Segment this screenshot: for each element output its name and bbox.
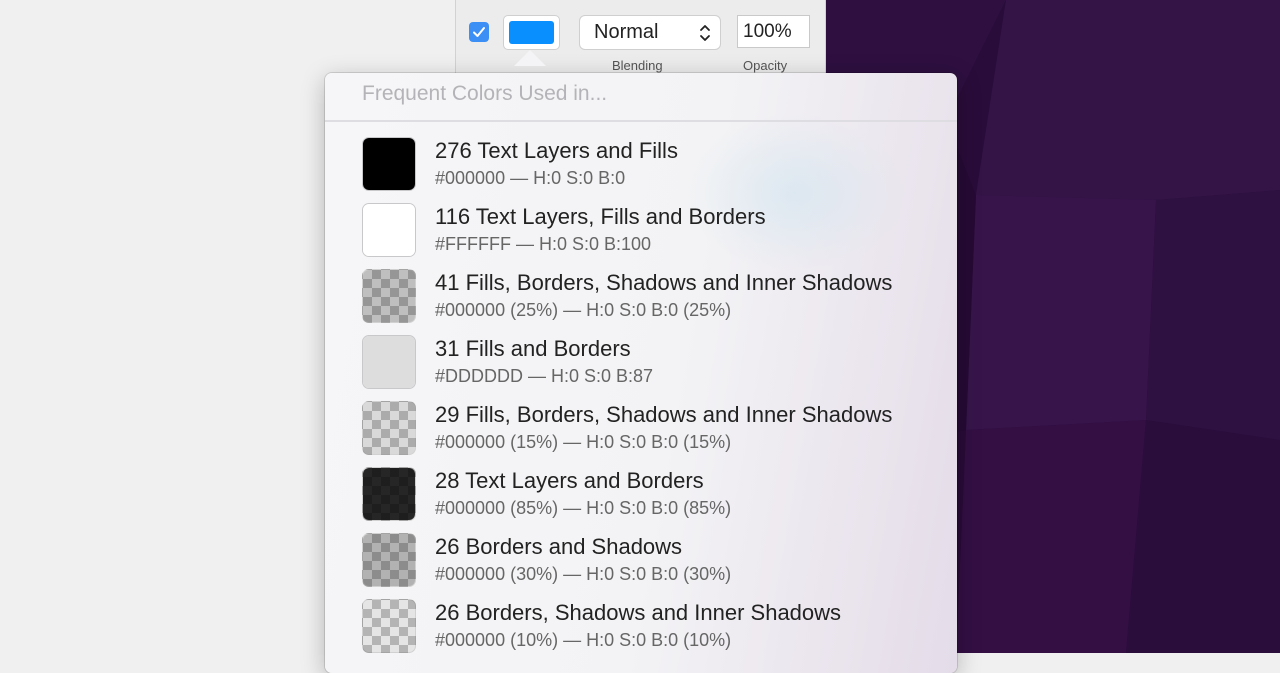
color-value-label: #000000 (85%) — H:0 S:0 B:0 (85%) xyxy=(435,498,732,518)
color-list-item[interactable]: 31 Fills and Borders #DDDDDD — H:0 S:0 B:… xyxy=(325,333,957,399)
color-value-label: #000000 (30%) — H:0 S:0 B:0 (30%) xyxy=(435,564,732,584)
blend-mode-value: Normal xyxy=(594,21,659,43)
opacity-label: Opacity xyxy=(743,58,788,73)
opacity-field[interactable]: 100% xyxy=(737,15,810,48)
color-list-item[interactable]: 26 Borders and Shadows #000000 (30%) — H:… xyxy=(325,531,957,597)
frequent-colors-list: 276 Text Layers and Fills #000000 — H:0 S… xyxy=(325,135,957,663)
color-swatch xyxy=(362,533,416,587)
color-usage-title: 41 Fills, Borders, Shadows and Inner Sha… xyxy=(435,270,893,295)
up-down-chevron-icon xyxy=(700,25,710,41)
blend-mode-select[interactable]: Normal xyxy=(579,15,721,50)
frequent-colors-popover: Frequent Colors Used in... 276 Text Laye… xyxy=(325,73,957,673)
color-value-label: #DDDDDD — H:0 S:0 B:87 xyxy=(435,366,654,386)
checkmark-icon xyxy=(473,27,485,37)
color-list-item[interactable]: 29 Fills, Borders, Shadows and Inner Sha… xyxy=(325,399,957,465)
blending-label: Blending xyxy=(612,58,663,73)
color-value-label: #000000 (10%) — H:0 S:0 B:0 (10%) xyxy=(435,630,732,650)
color-swatch xyxy=(362,203,416,257)
color-swatch xyxy=(362,401,416,455)
color-swatch xyxy=(362,335,416,389)
color-usage-title: 276 Text Layers and Fills xyxy=(435,138,678,163)
color-list-item[interactable]: 276 Text Layers and Fills #000000 — H:0 S… xyxy=(325,135,957,201)
color-list-item[interactable]: 116 Text Layers, Fills and Borders #FFFFF… xyxy=(325,201,957,267)
popover-header: Frequent Colors Used in... xyxy=(362,82,608,105)
fill-color-swatch xyxy=(509,21,554,44)
color-list-item[interactable]: 26 Borders, Shadows and Inner Shadows #00… xyxy=(325,597,957,663)
color-list-item[interactable]: 41 Fills, Borders, Shadows and Inner Sha… xyxy=(325,267,957,333)
color-usage-title: 28 Text Layers and Borders xyxy=(435,468,704,493)
popover-arrow xyxy=(514,50,546,66)
fill-inspector-row: Normal 100% Blending Opacity xyxy=(455,0,826,78)
color-usage-title: 29 Fills, Borders, Shadows and Inner Sha… xyxy=(435,402,893,427)
color-list-item[interactable]: 28 Text Layers and Borders #000000 (85%) … xyxy=(325,465,957,531)
fill-color-well[interactable] xyxy=(503,15,560,50)
color-swatch xyxy=(362,467,416,521)
color-value-label: #000000 (15%) — H:0 S:0 B:0 (15%) xyxy=(435,432,732,452)
color-swatch xyxy=(362,599,416,653)
color-usage-title: 26 Borders and Shadows xyxy=(435,534,683,559)
color-swatch xyxy=(362,269,416,323)
popover-divider xyxy=(325,120,957,122)
opacity-value: 100% xyxy=(743,21,792,42)
color-value-label: #000000 — H:0 S:0 B:0 xyxy=(435,168,626,188)
color-value-label: #000000 (25%) — H:0 S:0 B:0 (25%) xyxy=(435,300,732,320)
color-usage-title: 116 Text Layers, Fills and Borders xyxy=(435,204,766,229)
color-usage-title: 26 Borders, Shadows and Inner Shadows xyxy=(435,600,842,625)
color-value-label: #FFFFFF — H:0 S:0 B:100 xyxy=(435,234,652,254)
color-usage-title: 31 Fills and Borders xyxy=(435,336,631,361)
color-swatch xyxy=(362,137,416,191)
fill-enabled-checkbox[interactable] xyxy=(469,22,489,42)
